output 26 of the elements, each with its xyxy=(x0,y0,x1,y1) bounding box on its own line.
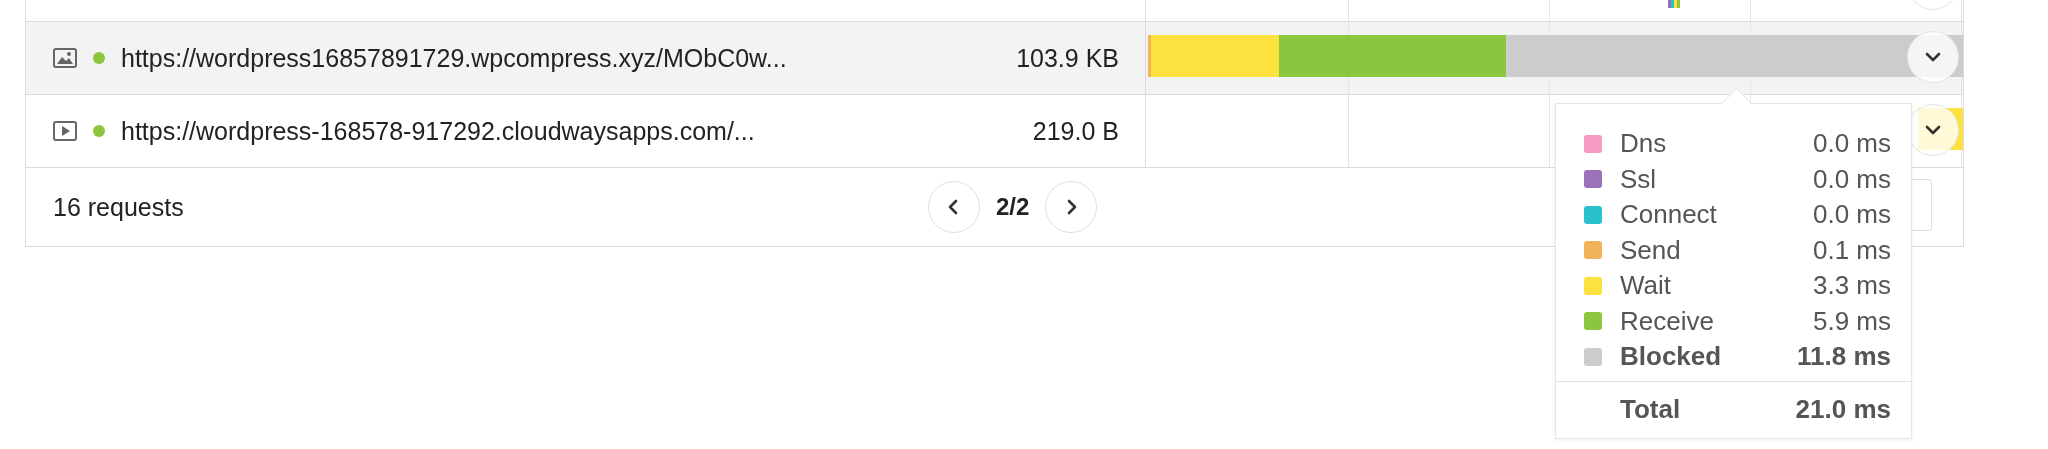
phase-label: Blocked xyxy=(1620,341,1723,373)
phase-label: Send xyxy=(1620,234,1682,266)
phase-value: 0.0 ms xyxy=(1812,199,1891,231)
phase-label: Receive xyxy=(1620,305,1715,337)
phase-value: 5.9 ms xyxy=(1812,305,1891,337)
previous-page-button[interactable] xyxy=(928,181,980,233)
phase-value: 0.0 ms xyxy=(1812,128,1891,160)
request-url: https://wordpress-168578-917292.cloudwaysapps.com/... xyxy=(121,116,756,146)
request-count: 16 requests xyxy=(53,192,185,222)
timing-bar-drawing xyxy=(1668,0,1680,8)
request-size: 219.0 B xyxy=(1032,116,1119,146)
request-url: https://wordpress16857891729.wpcompress.xyz/MObC0w... xyxy=(121,43,788,73)
page-indicator: 2/2 xyxy=(996,193,1030,221)
phase-label: Wait xyxy=(1620,270,1673,302)
expand-button[interactable] xyxy=(1907,31,1959,83)
phase-value: 0.1 ms xyxy=(1812,234,1891,266)
image-icon xyxy=(53,48,77,68)
play-icon xyxy=(53,121,77,141)
request-row[interactable]: https://wordpress16857891729.wpcompress.xyz/MObC0w... 103.9 KB xyxy=(26,22,1963,95)
request-size: 103.9 KB xyxy=(1016,43,1119,73)
total-label: Total xyxy=(1620,394,1682,425)
phase-label: Connect xyxy=(1620,199,1718,231)
phase-value: 11.8 ms xyxy=(1797,341,1891,373)
total-value: 21.0 ms xyxy=(1795,394,1891,425)
phase-label: Dns xyxy=(1620,128,1668,160)
phase-value: 3.3 ms xyxy=(1812,270,1891,302)
